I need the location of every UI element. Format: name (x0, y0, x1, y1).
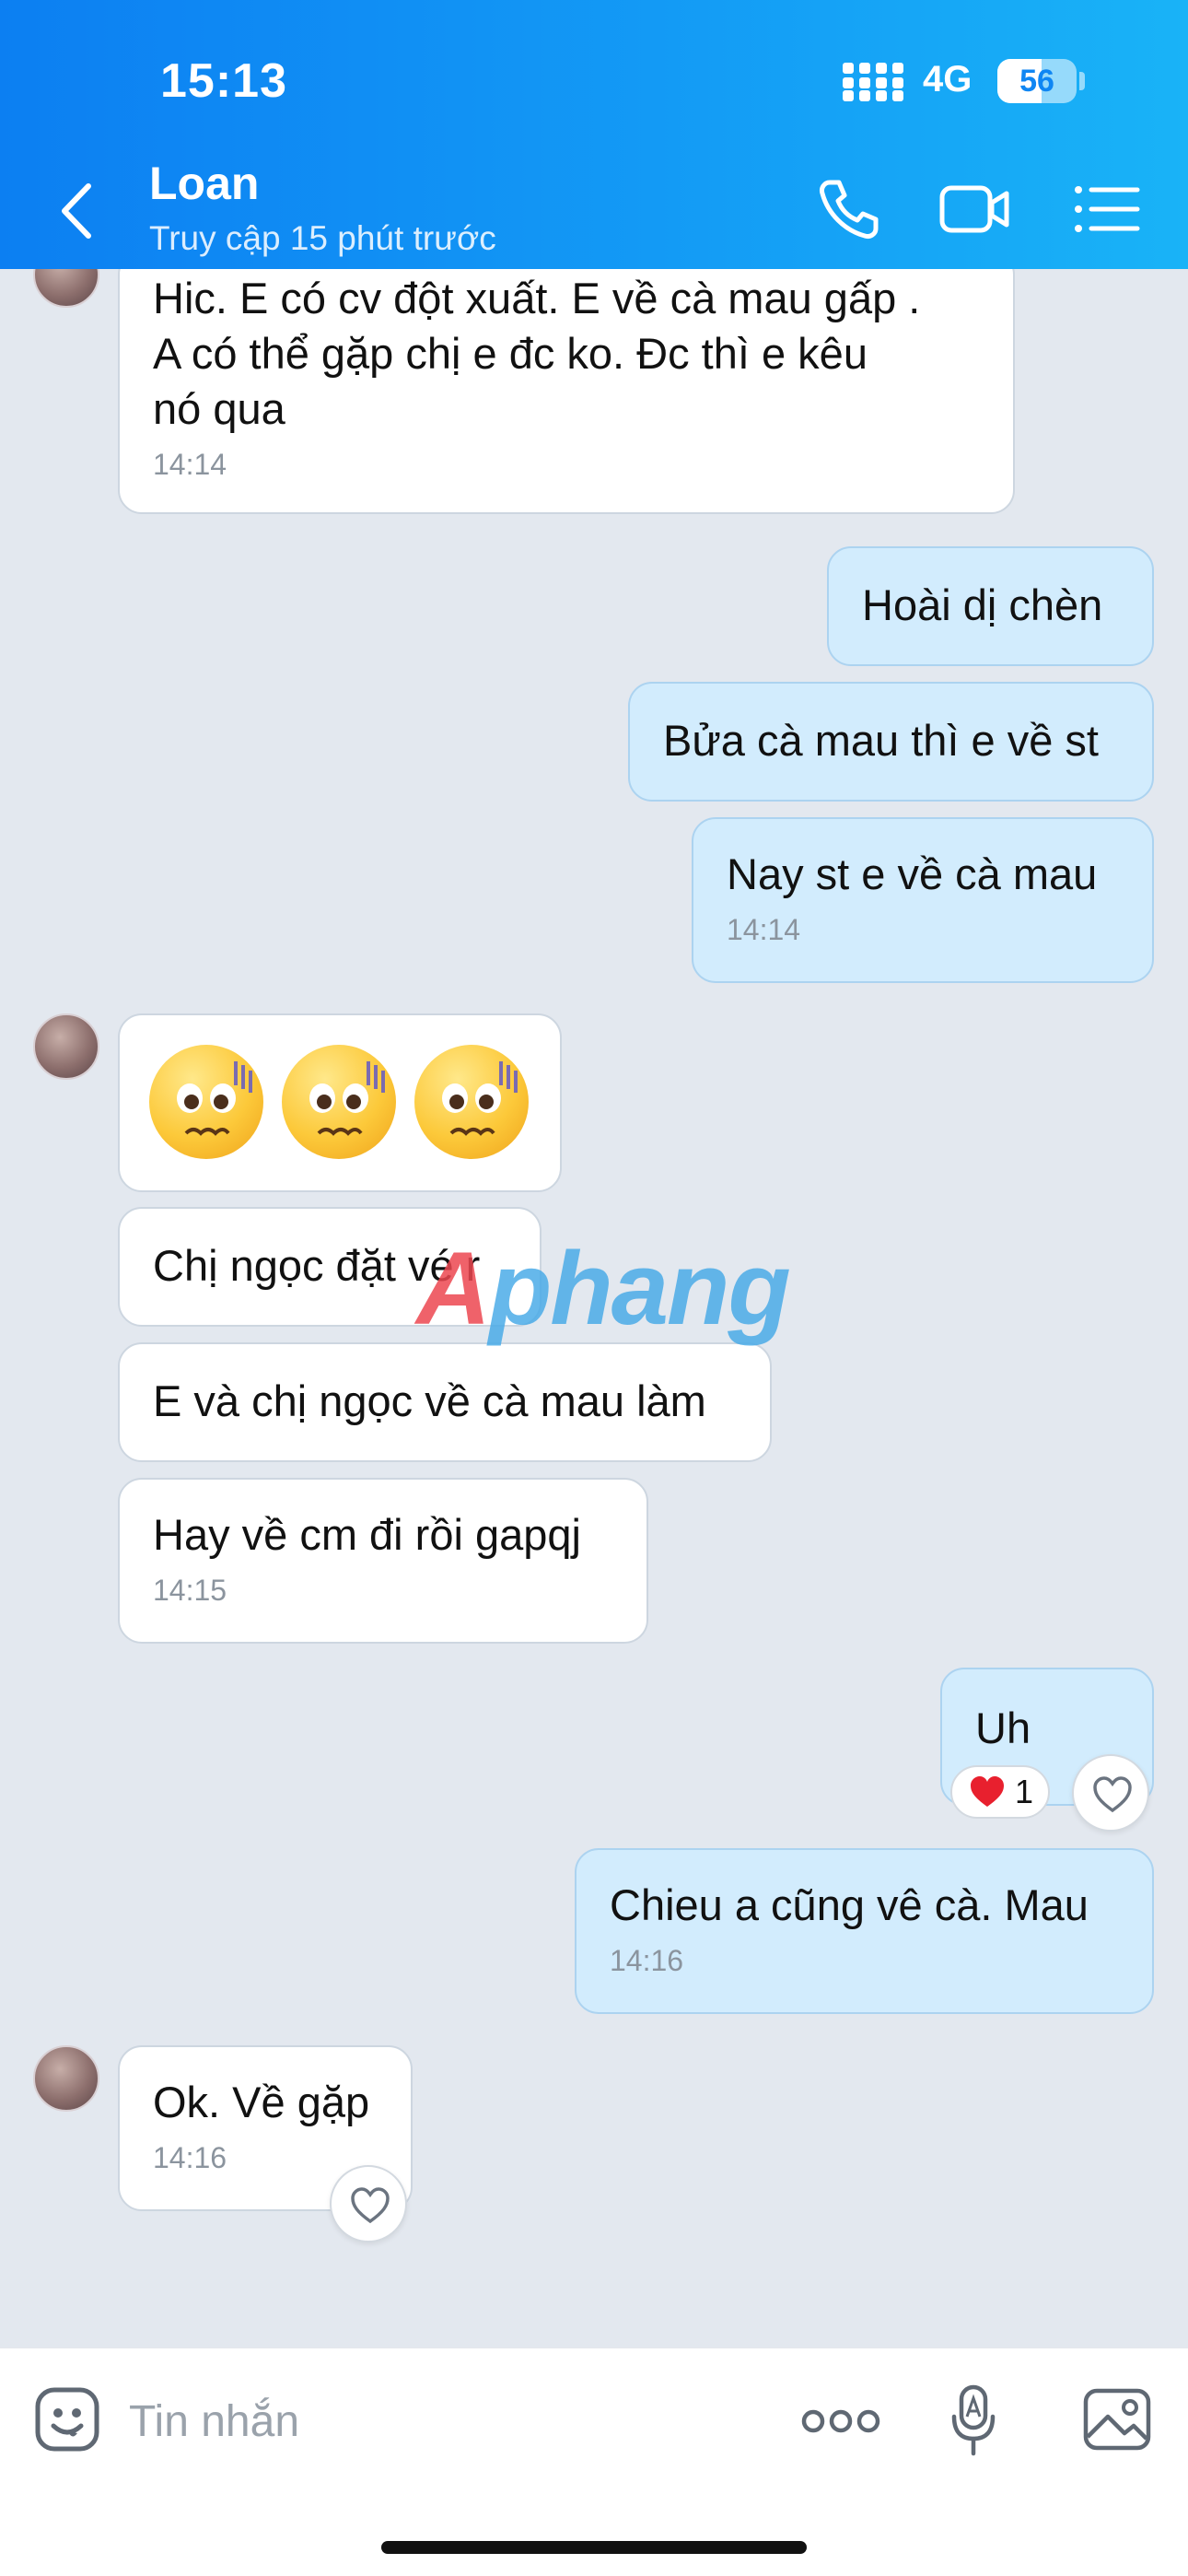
message-text: Nay st e về cà mau (727, 849, 1098, 898)
message-list[interactable]: Hic. E có cv đột xuất. E về cà mau gấp .… (0, 269, 1188, 2348)
message-text: Chieu a cũng vê cà. Mau (610, 1880, 1089, 1929)
message-bubble[interactable]: E và chị ngọc về cà mau làm (118, 1342, 772, 1462)
message-text: Hay về cm đi rồi gapqj (153, 1510, 581, 1559)
message-bubble[interactable]: Hic. E có cv đột xuất. E về cà mau gấp .… (118, 269, 1015, 514)
message-input[interactable] (129, 2389, 774, 2453)
network-type: 4G (923, 59, 973, 100)
contact-avatar[interactable] (33, 269, 99, 308)
message-text: Ok. Về gặp (153, 2078, 370, 2126)
voice-text-mic-icon[interactable] (949, 2383, 1000, 2457)
reaction-count: 1 (1015, 1773, 1034, 1810)
message-text: Hoài dị chèn (862, 580, 1103, 629)
battery-percent: 56 (1019, 64, 1054, 99)
message-text: Bửa cà mau thì e về st (663, 716, 1099, 765)
contact-avatar[interactable] (33, 2045, 99, 2112)
worried-face-emoji (149, 1045, 263, 1159)
worried-face-emoji (414, 1045, 529, 1159)
react-heart-button[interactable] (330, 2165, 407, 2242)
message-text: E và chị ngọc về cà mau làm (153, 1376, 706, 1425)
video-icon[interactable] (938, 177, 1012, 241)
message-time: 14:16 (153, 2141, 227, 2174)
react-heart-button[interactable] (1072, 1754, 1149, 1832)
message-bubble[interactable]: Chieu a cũng vê cà. Mau 14:16 (575, 1848, 1154, 2014)
contact-name[interactable]: Loan (149, 157, 259, 210)
reaction-badge[interactable]: 1 (950, 1765, 1051, 1819)
message-time: 14:15 (153, 1574, 227, 1607)
battery-tip (1079, 72, 1085, 90)
contact-last-seen: Truy cập 15 phút trước (149, 219, 496, 257)
back-chevron-icon[interactable] (52, 177, 103, 245)
phone-icon[interactable] (817, 177, 881, 241)
menu-list-icon[interactable] (1071, 177, 1143, 241)
image-icon[interactable] (1082, 2387, 1152, 2452)
more-options-icon[interactable] (801, 2406, 880, 2437)
message-bubble[interactable]: Nay st e về cà mau 14:14 (692, 817, 1154, 983)
contact-avatar[interactable] (33, 1013, 99, 1080)
worried-face-emoji (282, 1045, 396, 1159)
sticker-icon[interactable] (33, 2385, 101, 2453)
message-time: 14:16 (610, 1944, 684, 1977)
message-text: Uh (975, 1704, 1031, 1752)
message-text: Hic. E có cv đột xuất. E về cà mau gấp .… (153, 274, 921, 433)
message-time: 14:14 (727, 913, 801, 946)
watermark-logo: Aphang (416, 1231, 791, 1346)
battery-icon: 56 (997, 59, 1077, 103)
signal-icon (843, 63, 903, 101)
heart-outline-icon (1093, 1776, 1132, 1813)
chat-header: 15:13 4G 56 Loan Truy cập 15 phút trước (0, 0, 1188, 269)
heart-outline-icon (351, 2187, 390, 2224)
message-bubble[interactable]: Hoài dị chèn (827, 546, 1154, 666)
heart-icon (971, 1776, 1004, 1807)
emoji-message-bubble[interactable] (118, 1013, 562, 1192)
message-time: 14:14 (153, 448, 227, 481)
message-bubble[interactable]: Hay về cm đi rồi gapqj 14:15 (118, 1478, 648, 1644)
message-bubble[interactable]: Bửa cà mau thì e về st (628, 682, 1154, 802)
home-indicator[interactable] (381, 2541, 807, 2554)
status-time: 15:13 (160, 54, 287, 108)
